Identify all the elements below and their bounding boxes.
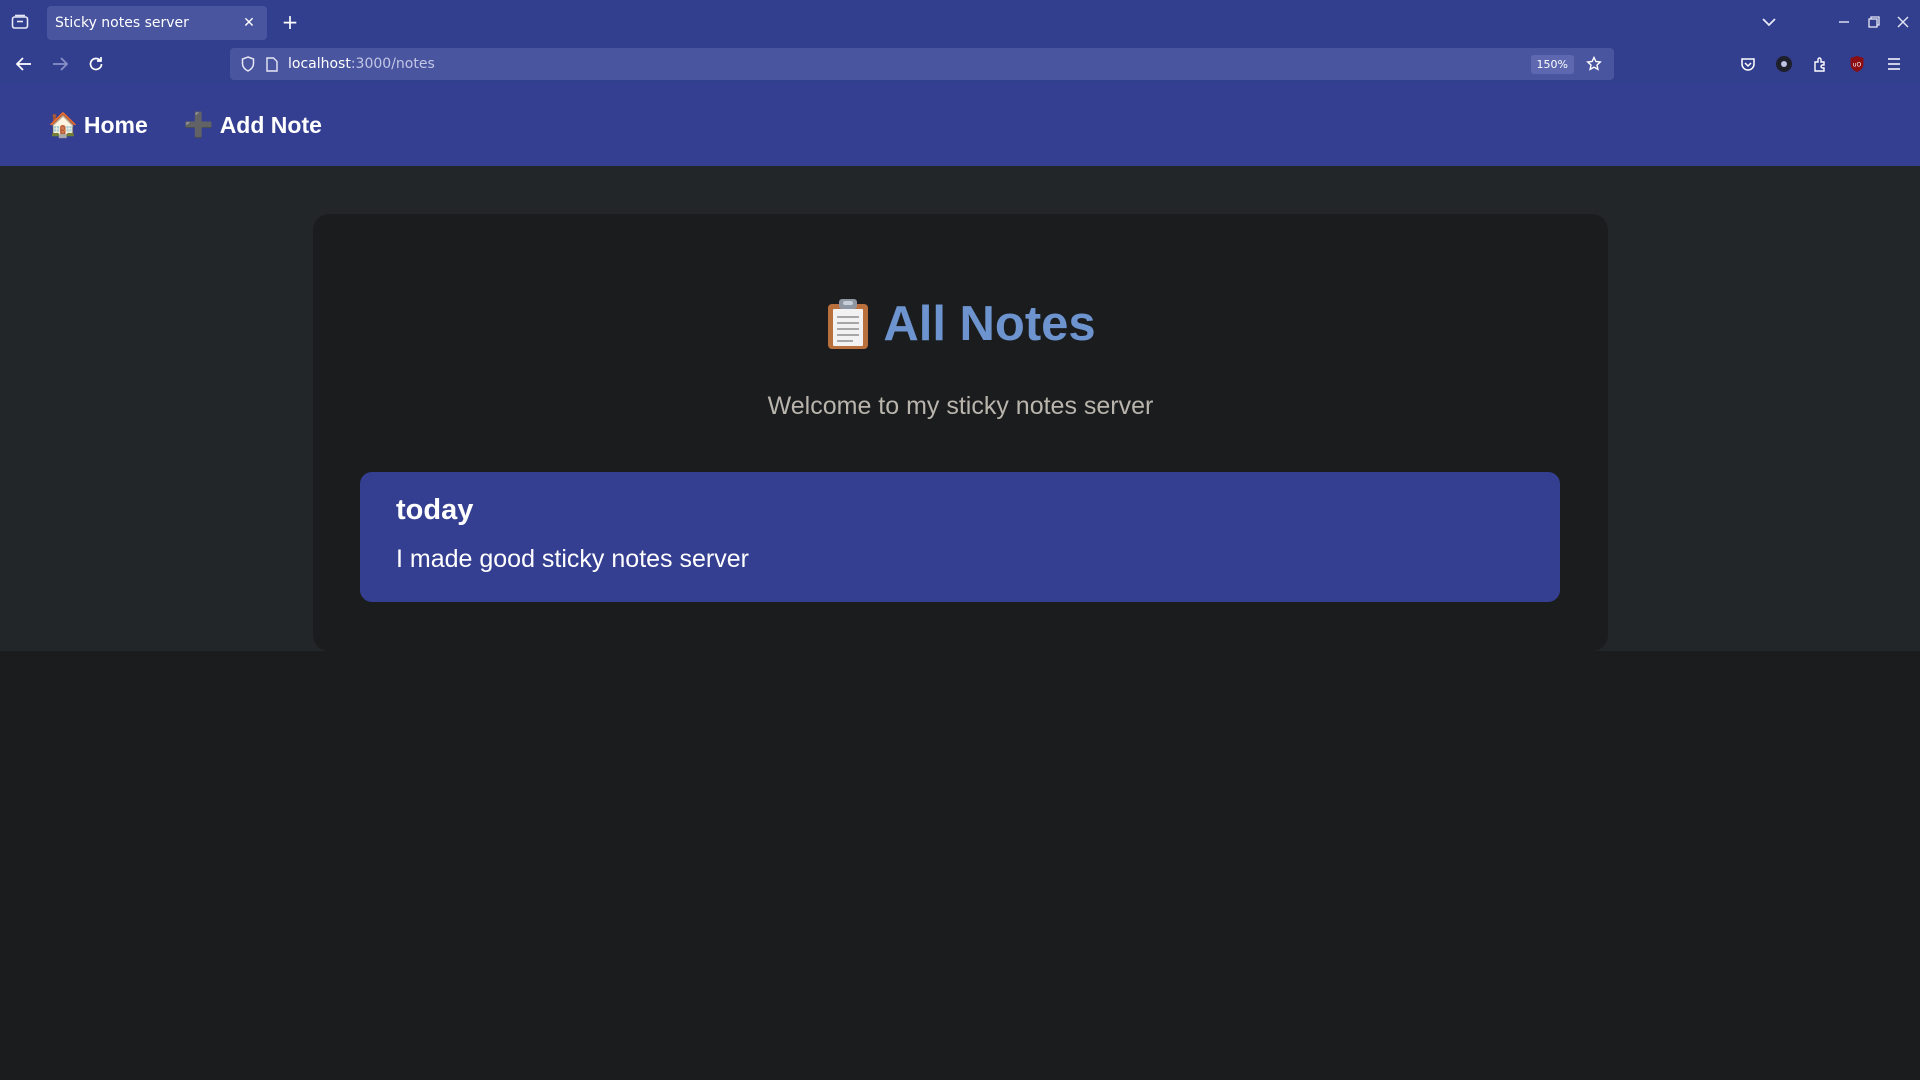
svg-text:uO: uO: [1853, 62, 1862, 69]
plus-icon: ➕: [183, 111, 214, 139]
close-tab-icon[interactable]: ✕: [239, 13, 259, 33]
bookmark-star-icon[interactable]: [1582, 52, 1606, 76]
site-header: 🏠 Home ➕ Add Note: [0, 84, 1920, 166]
new-tab-icon[interactable]: +: [278, 10, 302, 34]
close-window-icon[interactable]: [1891, 10, 1915, 34]
account-avatar-icon[interactable]: [1772, 52, 1796, 76]
url-path: :3000/notes: [350, 56, 435, 72]
browser-tab[interactable]: Sticky notes server ✕: [47, 6, 267, 40]
page-icon[interactable]: [262, 54, 282, 74]
url-host: localhost: [288, 56, 351, 72]
notes-container: All Notes Welcome to my sticky notes ser…: [313, 214, 1608, 651]
restore-icon[interactable]: [1862, 10, 1886, 34]
zoom-level-badge[interactable]: 150%: [1530, 54, 1574, 74]
browser-nav-bar: localhost:3000/notes 150% uO: [0, 44, 1920, 84]
back-icon[interactable]: [11, 52, 37, 76]
add-note-link-label: Add Note: [219, 111, 322, 138]
shield-icon[interactable]: [238, 54, 258, 74]
app-menu-icon[interactable]: [1882, 52, 1906, 76]
address-bar[interactable]: localhost:3000/notes 150%: [230, 48, 1614, 80]
note-body: I made good sticky notes server: [396, 545, 749, 573]
house-icon: 🏠: [48, 111, 78, 139]
tab-list-icon[interactable]: [6, 10, 34, 34]
extensions-icon[interactable]: [1808, 52, 1832, 76]
note-card[interactable]: today I made good sticky notes server: [360, 472, 1560, 602]
minimize-icon[interactable]: [1832, 10, 1856, 34]
list-all-tabs-icon[interactable]: [1757, 10, 1781, 34]
pocket-icon[interactable]: [1736, 52, 1760, 76]
ublock-origin-icon[interactable]: uO: [1845, 52, 1869, 76]
note-title: today: [396, 494, 474, 526]
page-subtitle: Welcome to my sticky notes server: [767, 392, 1154, 420]
forward-icon[interactable]: [47, 52, 73, 76]
browser-tab-bar: Sticky notes server ✕ +: [0, 0, 1920, 44]
url-text[interactable]: localhost:3000/notes: [288, 56, 1531, 72]
home-link-label: Home: [83, 111, 148, 138]
home-link[interactable]: 🏠 Home: [48, 111, 148, 140]
reload-icon[interactable]: [83, 52, 109, 76]
add-note-link[interactable]: ➕ Add Note: [184, 111, 322, 140]
page-heading: All Notes: [313, 296, 1608, 352]
tab-title: Sticky notes server: [55, 15, 189, 31]
clipboard-icon: [825, 298, 871, 350]
page-title: All Notes: [883, 297, 1096, 351]
